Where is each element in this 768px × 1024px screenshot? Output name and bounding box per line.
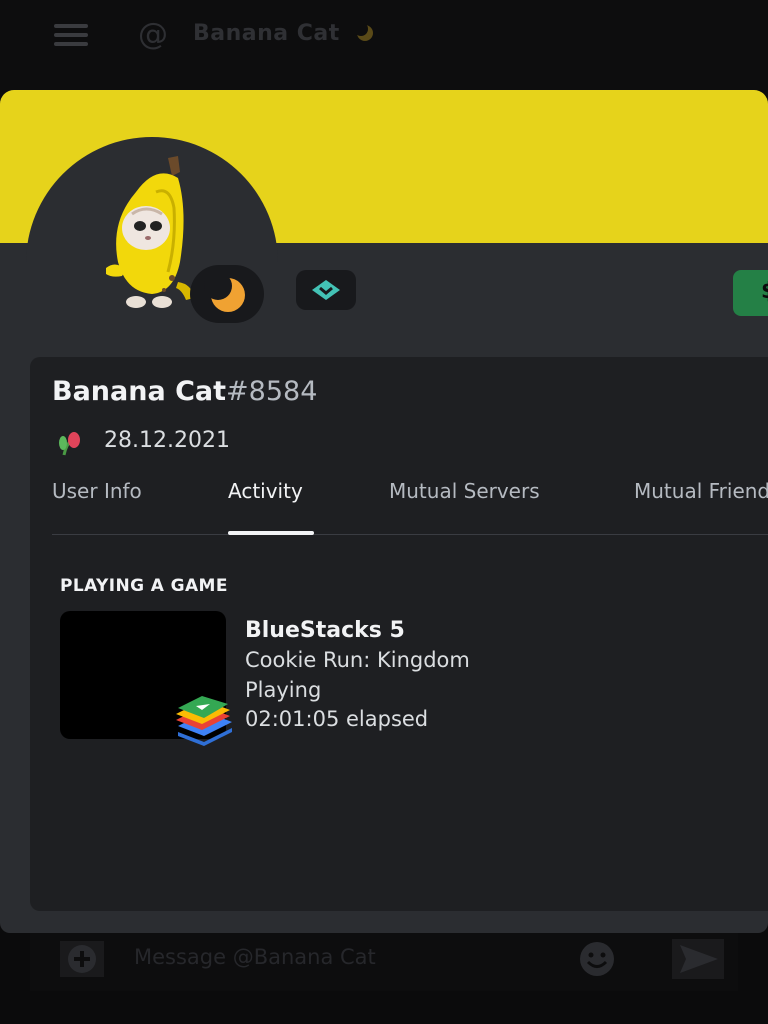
profile-tabs: User Info Activity Mutual Servers Mutual…	[52, 471, 768, 535]
discriminator: #8584	[226, 376, 318, 407]
emoji-icon[interactable]	[576, 939, 618, 979]
bluestacks-icon	[176, 696, 232, 746]
game-title: BlueStacks 5	[245, 618, 405, 643]
message-input[interactable]: Message @Banana Cat	[134, 941, 376, 973]
flower-icon	[59, 432, 80, 456]
profile-sheet: $ Banana Cat#8584 28.12.2021 User Info A…	[0, 90, 768, 933]
status-indicator	[190, 265, 264, 323]
display-name: Banana Cat	[52, 376, 227, 407]
member-since-date: 28.12.2021	[104, 428, 230, 453]
activity-section-label: PLAYING A GAME	[60, 576, 228, 596]
hamburger-icon[interactable]	[54, 24, 88, 46]
moon-icon	[356, 24, 373, 41]
hypesquad-badge-icon	[312, 280, 340, 300]
game-state: Playing	[245, 678, 322, 702]
action-button[interactable]: $	[733, 270, 768, 316]
game-elapsed: 02:01:05 elapsed	[245, 707, 429, 731]
tab-mutual-friends[interactable]: Mutual Friends	[634, 476, 768, 506]
profile-badge[interactable]	[296, 270, 356, 310]
send-icon[interactable]	[672, 939, 724, 979]
channel-title: Banana Cat	[193, 21, 340, 46]
active-tab-indicator	[228, 531, 314, 535]
tab-mutual-servers[interactable]: Mutual Servers	[389, 476, 540, 506]
game-details: Cookie Run: Kingdom	[245, 648, 470, 672]
profile-card: Banana Cat#8584 28.12.2021 User Info Act…	[30, 357, 768, 911]
tab-user-info[interactable]: User Info	[52, 476, 142, 506]
idle-moon-icon	[204, 275, 245, 312]
add-attachment-icon[interactable]	[60, 941, 104, 977]
message-composer: Message @Banana Cat	[30, 933, 738, 991]
at-icon: @	[138, 17, 168, 52]
tab-activity[interactable]: Activity	[228, 476, 303, 506]
username: Banana Cat#8584	[52, 375, 317, 409]
top-bar: @ Banana Cat	[0, 0, 768, 90]
